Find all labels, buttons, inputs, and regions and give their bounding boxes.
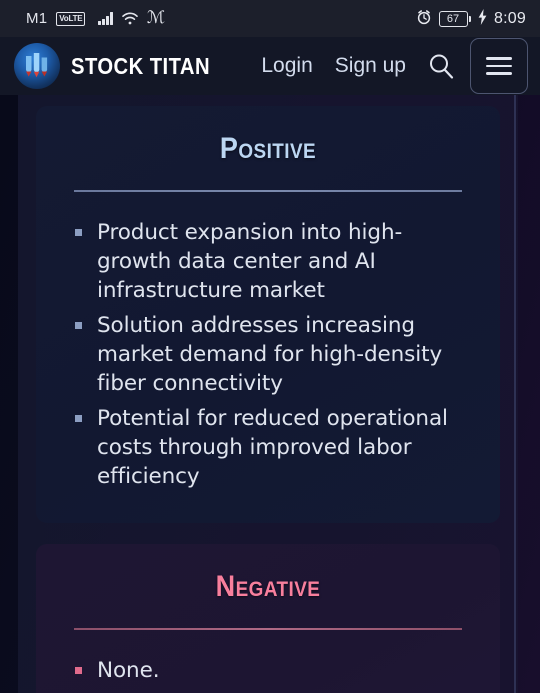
status-bar-right: 67 8:09: [416, 8, 526, 29]
list-item-text: Product expansion into high-growth data …: [97, 220, 403, 303]
list-item: Solution addresses increasing market dem…: [70, 311, 466, 398]
vertical-scrollbar[interactable]: [514, 95, 516, 693]
status-bar: M1 VoLTE ℳ 67 8:09: [0, 0, 540, 37]
list-item: None.: [70, 656, 466, 685]
alarm-clock-icon: [416, 9, 432, 29]
bullet-square-icon: [75, 415, 82, 422]
signup-link[interactable]: Sign up: [335, 54, 406, 78]
brand-name: STOCK TITAN: [71, 52, 211, 79]
signal-bars-icon: [98, 12, 113, 25]
content-container: Positive Product expansion into high-gro…: [18, 95, 518, 693]
site-header: STOCK TITAN Login Sign up: [0, 37, 540, 95]
negative-card-title: Negative: [215, 570, 321, 603]
negative-bullet-list: None.: [70, 656, 466, 685]
stock-titan-logo-icon: [14, 43, 60, 89]
positive-card-divider: [74, 190, 462, 192]
login-link[interactable]: Login: [261, 54, 312, 78]
list-item: Potential for reduced operational costs …: [70, 404, 466, 491]
positive-card: Positive Product expansion into high-gro…: [36, 106, 500, 523]
carrier-label: M1: [26, 10, 48, 27]
phone-screen: M1 VoLTE ℳ 67 8:09 STOCK TITAN Login Sig…: [0, 0, 540, 693]
charging-bolt-icon: [478, 8, 487, 29]
brand-link[interactable]: STOCK TITAN: [14, 43, 229, 89]
wifi-icon: [122, 12, 138, 25]
bullet-square-icon: [75, 667, 82, 674]
negative-card-divider: [74, 628, 462, 630]
clock-label: 8:09: [494, 9, 526, 27]
hamburger-menu-icon[interactable]: [470, 38, 528, 94]
negative-card: Negative None.: [36, 544, 500, 693]
header-nav: Login Sign up: [261, 54, 406, 78]
list-item-text: None.: [97, 658, 160, 683]
positive-card-title: Positive: [219, 132, 317, 165]
battery-level-label: 67: [438, 10, 468, 27]
list-item-text: Solution addresses increasing market dem…: [97, 313, 443, 396]
status-bar-left: M1 VoLTE ℳ: [26, 8, 166, 28]
positive-bullet-list: Product expansion into high-growth data …: [70, 218, 466, 491]
bullet-square-icon: [75, 322, 82, 329]
battery-tip: [468, 15, 472, 22]
list-item: Product expansion into high-growth data …: [70, 218, 466, 305]
bullet-square-icon: [75, 229, 82, 236]
search-icon[interactable]: [426, 51, 456, 81]
volte-badge: VoLTE: [56, 11, 86, 26]
list-item-text: Potential for reduced operational costs …: [97, 406, 448, 489]
mcdonalds-icon: ℳ: [146, 8, 166, 28]
page-body: Positive Product expansion into high-gro…: [0, 95, 540, 693]
battery-indicator: 67: [438, 10, 472, 27]
